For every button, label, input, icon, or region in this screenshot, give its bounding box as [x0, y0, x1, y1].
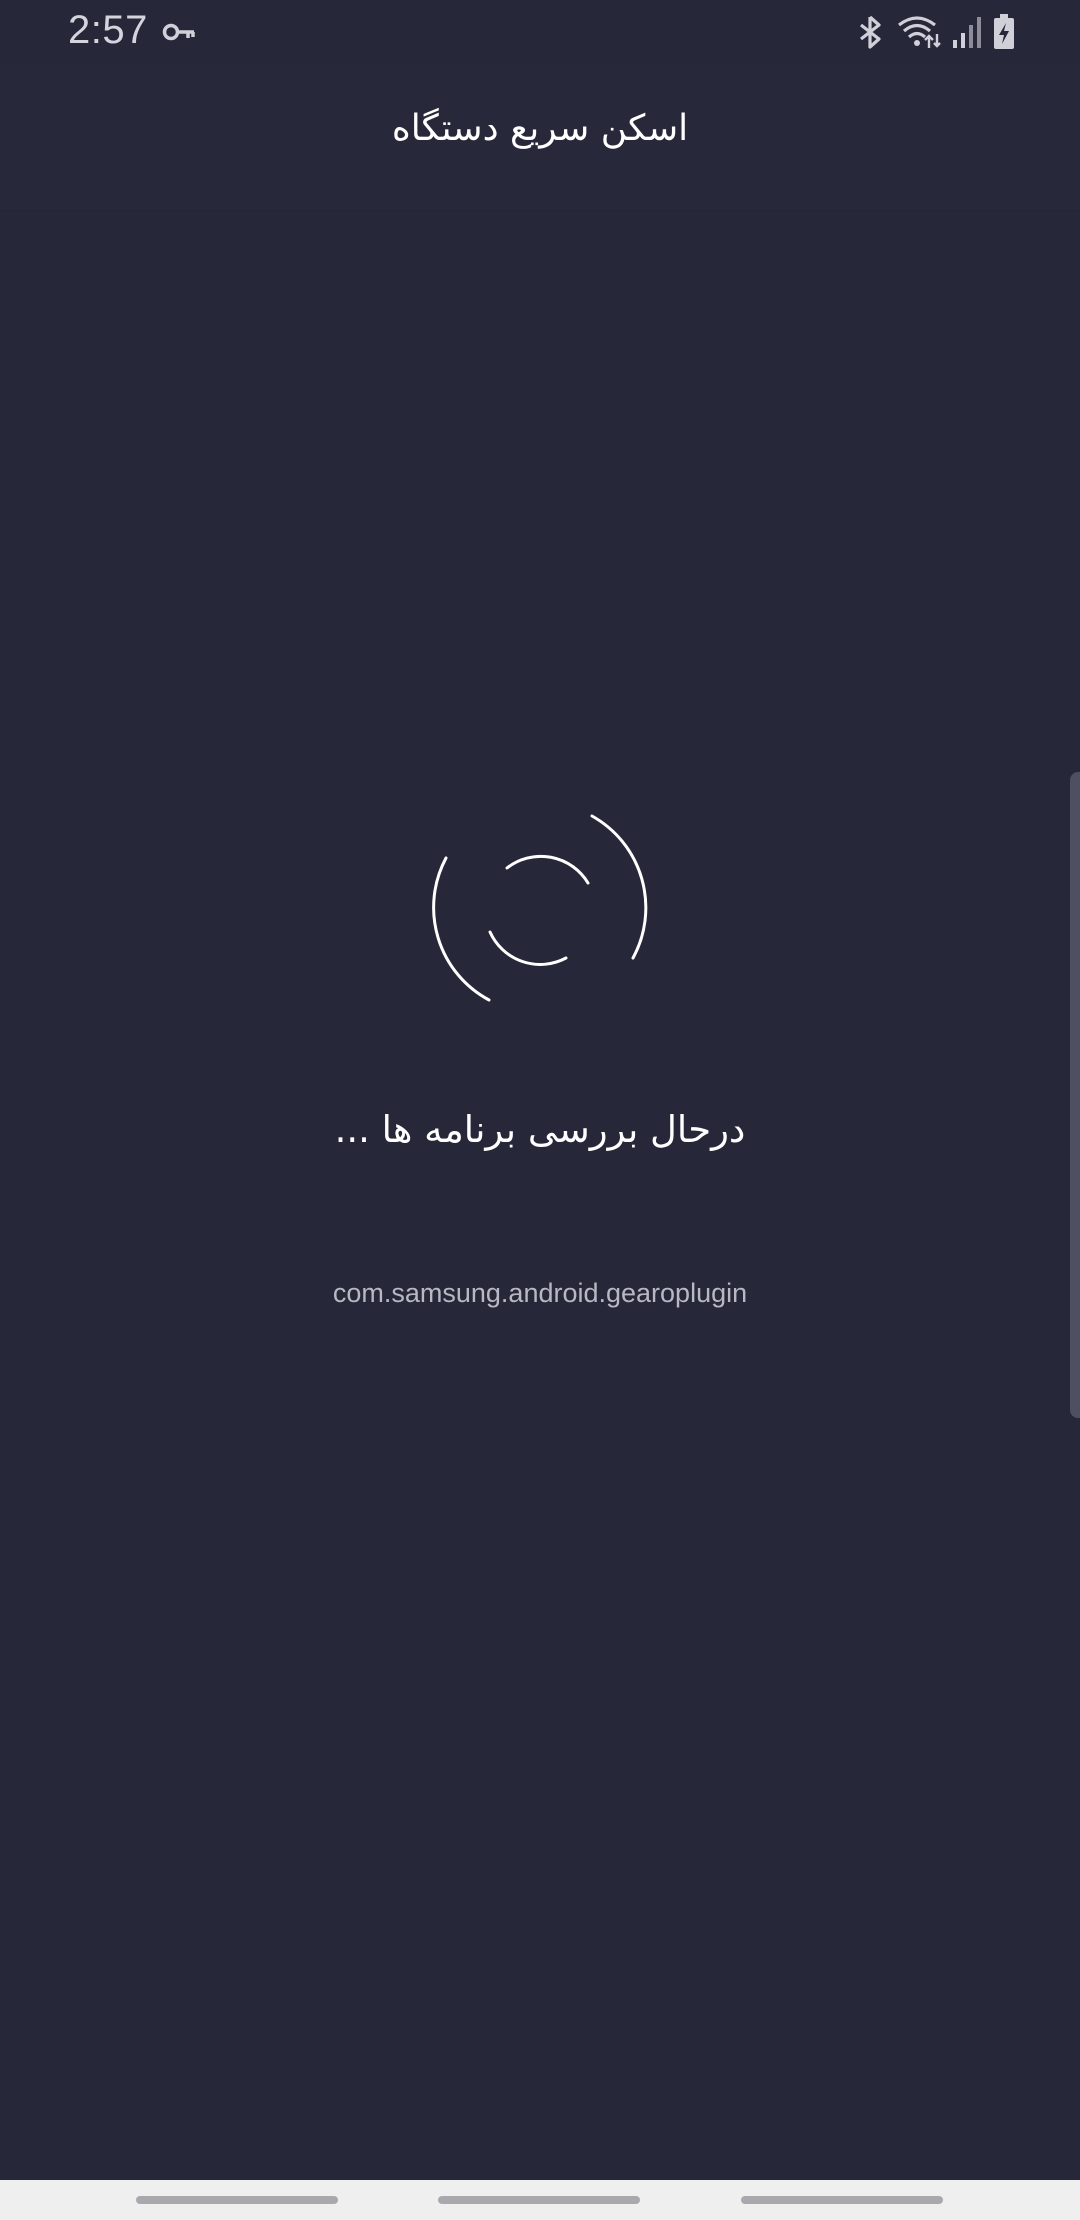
scan-current-package: com.samsung.android.gearoplugin — [332, 1278, 748, 1308]
signal-icon — [953, 17, 981, 48]
screen: 2:57 اسکن سریع دستگاه درحال بررسی برنامه… — [0, 0, 1080, 2220]
nav-recent-apps-button[interactable] — [136, 2196, 338, 2204]
edge-panel-handle[interactable] — [1070, 772, 1080, 1418]
loading-spinner-icon — [432, 814, 648, 1002]
bluetooth-icon — [860, 15, 881, 49]
status-icons — [854, 12, 1016, 52]
vpn-key-icon — [162, 23, 195, 41]
nav-home-button[interactable] — [438, 2196, 640, 2204]
status-time: 2:57 — [68, 8, 148, 52]
navigation-bar — [0, 2180, 1080, 2220]
nav-back-button[interactable] — [741, 2196, 943, 2204]
wifi-icon — [898, 16, 941, 48]
page-title: اسکن سریع دستگاه — [391, 108, 689, 149]
scan-status-text: درحال بررسی برنامه ها ... — [334, 1108, 746, 1151]
battery-charging-icon — [994, 14, 1014, 49]
status-bar: 2:57 — [0, 0, 1080, 64]
app-header: اسکن سریع دستگاه — [0, 64, 1080, 212]
